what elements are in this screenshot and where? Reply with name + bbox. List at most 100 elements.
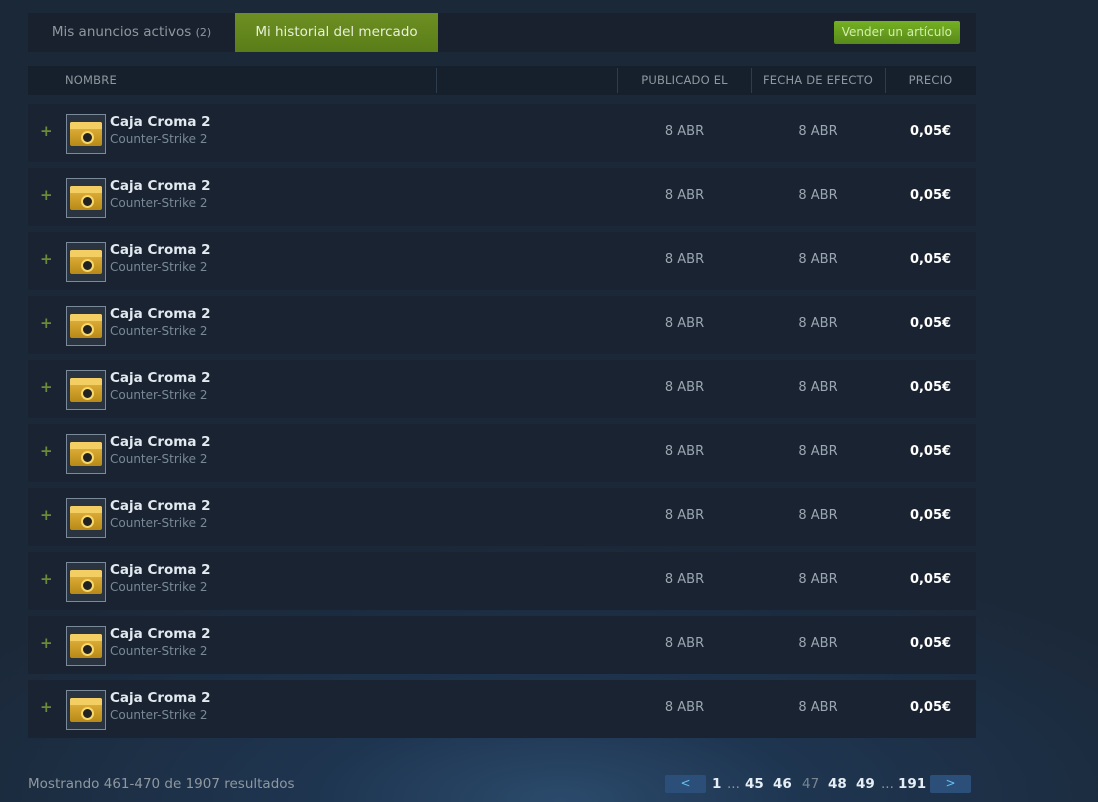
expand-icon[interactable]: + — [40, 506, 53, 524]
tab-active-listings-label: Mis anuncios activos — [51, 24, 192, 40]
item-game: Counter-Strike 2 — [110, 580, 208, 594]
item-price: 0,05€ — [909, 252, 952, 267]
table-row[interactable]: + Caja Croma 2 Counter-Strike 2 8 ABR 8 ABR 0… — [28, 360, 976, 418]
case-icon — [70, 442, 102, 466]
item-name[interactable]: Caja Croma 2 — [110, 562, 211, 578]
item-name[interactable]: Caja Croma 2 — [110, 178, 211, 194]
item-thumbnail[interactable] — [66, 114, 106, 154]
page-link[interactable]: 191 — [898, 776, 926, 792]
page-link[interactable]: 46 — [773, 776, 792, 792]
item-name[interactable]: Caja Croma 2 — [110, 114, 211, 130]
page-link[interactable]: 45 — [745, 776, 764, 792]
item-thumbnail[interactable] — [66, 306, 106, 346]
expand-icon[interactable]: + — [40, 634, 53, 652]
case-icon — [70, 634, 102, 658]
item-price: 0,05€ — [909, 700, 952, 715]
item-thumbnail[interactable] — [66, 434, 106, 474]
expand-icon[interactable]: + — [40, 314, 53, 332]
table-row[interactable]: + Caja Croma 2 Counter-Strike 2 8 ABR 8 ABR 0… — [28, 616, 976, 674]
item-name[interactable]: Caja Croma 2 — [110, 626, 211, 642]
item-name[interactable]: Caja Croma 2 — [110, 306, 211, 322]
next-page-button[interactable]: > — [930, 775, 971, 793]
item-name[interactable]: Caja Croma 2 — [110, 690, 211, 706]
table-row[interactable]: + Caja Croma 2 Counter-Strike 2 8 ABR 8 ABR 0… — [28, 424, 976, 482]
published-date: 8 ABR — [664, 700, 705, 715]
expand-icon[interactable]: + — [40, 570, 53, 588]
effective-date: 8 ABR — [798, 444, 838, 459]
current-page: 47 — [802, 776, 820, 792]
header-divider — [436, 68, 437, 93]
effective-date: 8 ABR — [798, 252, 838, 267]
published-date: 8 ABR — [664, 572, 705, 587]
tab-active-listings[interactable]: Mis anuncios activos (2) — [28, 13, 235, 52]
header-price: PRECIO — [908, 73, 953, 87]
case-icon — [70, 314, 102, 338]
item-thumbnail[interactable] — [66, 626, 106, 666]
published-date: 8 ABR — [664, 124, 705, 139]
tab-market-history-label: Mi historial del mercado — [255, 24, 418, 40]
item-price: 0,05€ — [909, 572, 952, 587]
item-game: Counter-Strike 2 — [110, 644, 208, 658]
page-ellipsis: ... — [727, 776, 740, 792]
expand-icon[interactable]: + — [40, 122, 53, 140]
item-price: 0,05€ — [909, 508, 952, 523]
expand-icon[interactable]: + — [40, 442, 53, 460]
table-row[interactable]: + Caja Croma 2 Counter-Strike 2 8 ABR 8 ABR 0… — [28, 104, 976, 162]
item-price: 0,05€ — [909, 636, 952, 651]
item-thumbnail[interactable] — [66, 562, 106, 602]
page-link[interactable]: 1 — [712, 776, 721, 792]
item-thumbnail[interactable] — [66, 498, 106, 538]
market-panel: Mis anuncios activos (2) Mi historial de… — [28, 13, 976, 95]
tab-active-listings-count: (2) — [195, 26, 212, 39]
item-name[interactable]: Caja Croma 2 — [110, 370, 211, 386]
item-price: 0,05€ — [909, 124, 952, 139]
case-icon — [70, 378, 102, 402]
published-date: 8 ABR — [664, 636, 705, 651]
table-header: NOMBRE PUBLICADO EL FECHA DE EFECTO PREC… — [28, 66, 976, 95]
header-published: PUBLICADO EL — [641, 73, 728, 87]
item-game: Counter-Strike 2 — [110, 196, 208, 210]
sell-item-button[interactable]: Vender un artículo — [833, 21, 960, 44]
table-row[interactable]: + Caja Croma 2 Counter-Strike 2 8 ABR 8 ABR 0… — [28, 296, 976, 354]
table-row[interactable]: + Caja Croma 2 Counter-Strike 2 8 ABR 8 ABR 0… — [28, 488, 976, 546]
tab-bar: Mis anuncios activos (2) Mi historial de… — [28, 13, 976, 52]
history-table: + Caja Croma 2 Counter-Strike 2 8 ABR 8 ABR 0… — [28, 104, 976, 744]
item-game: Counter-Strike 2 — [110, 260, 208, 274]
page-link[interactable]: 48 — [828, 776, 847, 792]
item-thumbnail[interactable] — [66, 690, 106, 730]
expand-icon[interactable]: + — [40, 698, 53, 716]
case-icon — [70, 506, 102, 530]
item-game: Counter-Strike 2 — [110, 132, 208, 146]
page-link[interactable]: 49 — [856, 776, 875, 792]
case-icon — [70, 250, 102, 274]
table-row[interactable]: + Caja Croma 2 Counter-Strike 2 8 ABR 8 ABR 0… — [28, 680, 976, 738]
item-name[interactable]: Caja Croma 2 — [110, 434, 211, 450]
tab-market-history[interactable]: Mi historial del mercado — [235, 13, 438, 52]
effective-date: 8 ABR — [798, 508, 838, 523]
effective-date: 8 ABR — [798, 316, 838, 331]
expand-icon[interactable]: + — [40, 250, 53, 268]
item-thumbnail[interactable] — [66, 178, 106, 218]
table-row[interactable]: + Caja Croma 2 Counter-Strike 2 8 ABR 8 ABR 0… — [28, 168, 976, 226]
case-icon — [70, 186, 102, 210]
item-game: Counter-Strike 2 — [110, 452, 208, 466]
effective-date: 8 ABR — [798, 572, 838, 587]
expand-icon[interactable]: + — [40, 378, 53, 396]
item-name[interactable]: Caja Croma 2 — [110, 242, 211, 258]
item-thumbnail[interactable] — [66, 370, 106, 410]
table-row[interactable]: + Caja Croma 2 Counter-Strike 2 8 ABR 8 ABR 0… — [28, 552, 976, 610]
published-date: 8 ABR — [664, 508, 705, 523]
case-icon — [70, 570, 102, 594]
table-row[interactable]: + Caja Croma 2 Counter-Strike 2 8 ABR 8 ABR 0… — [28, 232, 976, 290]
item-thumbnail[interactable] — [66, 242, 106, 282]
effective-date: 8 ABR — [798, 700, 838, 715]
prev-page-button[interactable]: < — [665, 775, 706, 793]
published-date: 8 ABR — [664, 252, 705, 267]
published-date: 8 ABR — [664, 188, 705, 203]
header-effective-date: FECHA DE EFECTO — [762, 73, 874, 87]
item-name[interactable]: Caja Croma 2 — [110, 498, 211, 514]
expand-icon[interactable]: + — [40, 186, 53, 204]
item-price: 0,05€ — [909, 188, 952, 203]
item-price: 0,05€ — [909, 444, 952, 459]
item-game: Counter-Strike 2 — [110, 388, 208, 402]
